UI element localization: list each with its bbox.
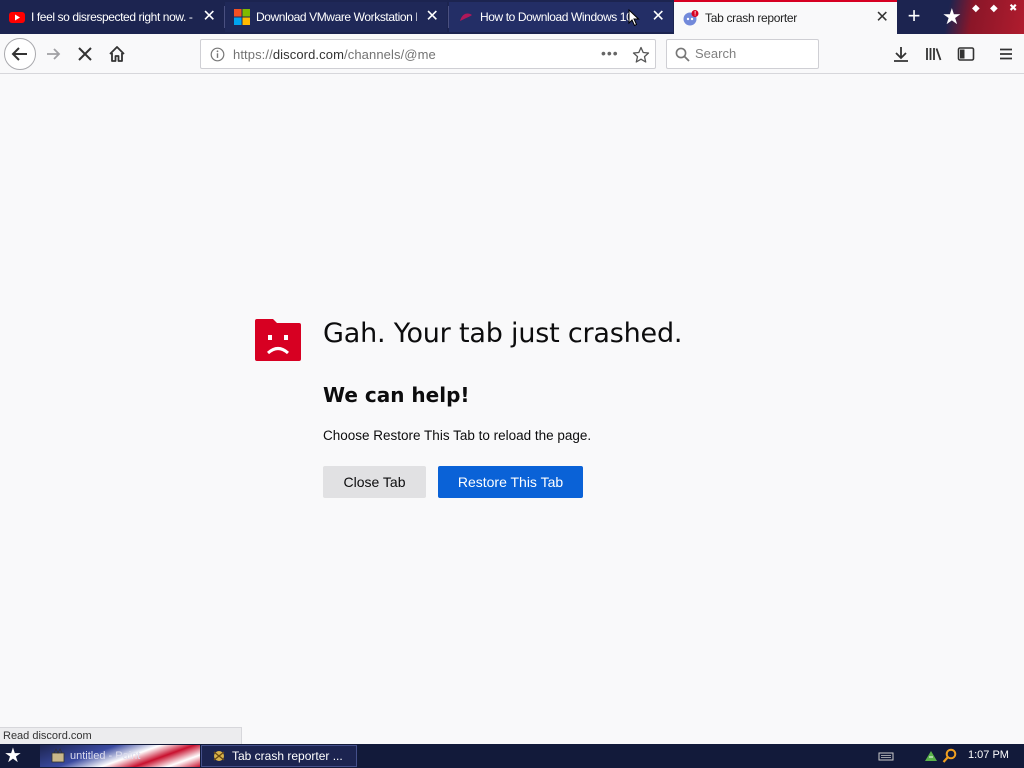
paint-icon (51, 748, 65, 763)
tab-crash-reporter[interactable]: ! Tab crash reporter ✕ (674, 0, 897, 34)
info-icon[interactable] (210, 47, 225, 62)
search-input[interactable] (695, 46, 813, 61)
close-window-icon[interactable]: ✖ (1009, 3, 1017, 14)
tray-search-icon[interactable] (942, 748, 958, 764)
star-icon: ★ (942, 4, 962, 29)
back-arrow-icon (11, 47, 27, 61)
home-button[interactable] (101, 38, 133, 70)
help-text: Choose Restore This Tab to reload the pa… (323, 428, 592, 443)
start-menu-star-icon[interactable]: ★ (4, 745, 22, 767)
tab-title: How to Download Windows 10 (480, 10, 633, 24)
clock: 1:07 PM (968, 749, 1009, 761)
taskbar-item-label: Tab crash reporter ... (232, 749, 343, 763)
stop-button[interactable] (69, 38, 101, 70)
bookmark-star-icon[interactable] (632, 46, 650, 64)
help-heading: We can help! (323, 383, 470, 407)
search-icon (675, 47, 690, 62)
microsoft-icon (234, 9, 250, 25)
url-scheme: https:// (233, 47, 273, 62)
maximize-icon[interactable]: ◆ (990, 3, 998, 14)
keyboard-icon[interactable] (878, 748, 894, 764)
forward-arrow-icon (47, 48, 61, 60)
navigation-toolbar: https://discord.com/channels/@me ••• (0, 34, 1024, 74)
youtube-icon (9, 12, 25, 23)
url-host: discord.com (272, 47, 345, 62)
downloads-button[interactable] (885, 38, 917, 70)
search-bar[interactable] (666, 39, 819, 69)
sidebar-button[interactable] (950, 38, 982, 70)
taskbar-item-crash-reporter[interactable]: Tab crash reporter ... (201, 745, 357, 767)
mouse-cursor-icon (628, 9, 640, 27)
hamburger-menu-icon (1000, 48, 1012, 60)
url-path: /channels/@me (344, 47, 436, 62)
crash-title: Gah. Your tab just crashed. (323, 318, 683, 349)
close-tab-button[interactable]: Close Tab (323, 466, 426, 498)
forward-button[interactable] (38, 38, 70, 70)
page-actions-icon[interactable]: ••• (601, 45, 619, 61)
sidebar-icon (957, 47, 975, 61)
close-icon[interactable]: ✕ (643, 2, 673, 32)
taskbar-item-label: untitled - Paint (70, 750, 141, 762)
theme-decoration: ★ ◆ ◆ ✖ (930, 0, 1024, 34)
close-icon[interactable]: ✕ (417, 2, 447, 32)
home-icon (109, 46, 125, 62)
sad-tab-icon (255, 319, 301, 361)
tab-title: Download VMware Workstation Pro (256, 10, 417, 24)
download-icon (894, 47, 908, 62)
taskbar: ★ untitled - Paint Tab crash reporter ..… (0, 744, 1024, 768)
new-tab-button[interactable]: + (899, 2, 929, 32)
tab-title: I feel so disrespected right now. - (31, 10, 193, 24)
url-bar[interactable]: https://discord.com/channels/@me ••• (200, 39, 656, 69)
app-icon (213, 751, 225, 761)
tab-vmware[interactable]: Download VMware Workstation Pro ✕ (225, 2, 447, 32)
close-icon[interactable]: ✕ (194, 2, 224, 32)
url-text[interactable]: https://discord.com/channels/@me (233, 47, 436, 62)
taskbar-item-paint[interactable]: untitled - Paint (40, 745, 200, 767)
minimize-icon[interactable]: ◆ (972, 3, 980, 14)
library-icon (926, 48, 942, 61)
discord-icon: ! (683, 10, 699, 26)
close-icon[interactable]: ✕ (867, 3, 897, 33)
tab-title: Tab crash reporter (705, 11, 797, 25)
stop-icon (78, 47, 92, 61)
site-favicon-icon (460, 13, 472, 21)
menu-button[interactable] (990, 38, 1022, 70)
library-button[interactable] (918, 38, 950, 70)
tab-youtube[interactable]: I feel so disrespected right now. - ✕ (0, 2, 224, 32)
tab-strip: I feel so disrespected right now. - ✕ Do… (0, 0, 1024, 34)
notification-badge: ! (694, 12, 696, 18)
restore-tab-button[interactable]: Restore This Tab (438, 466, 583, 498)
network-icon[interactable] (923, 748, 939, 764)
status-bar: Read discord.com (0, 727, 242, 744)
back-button[interactable] (4, 38, 36, 70)
